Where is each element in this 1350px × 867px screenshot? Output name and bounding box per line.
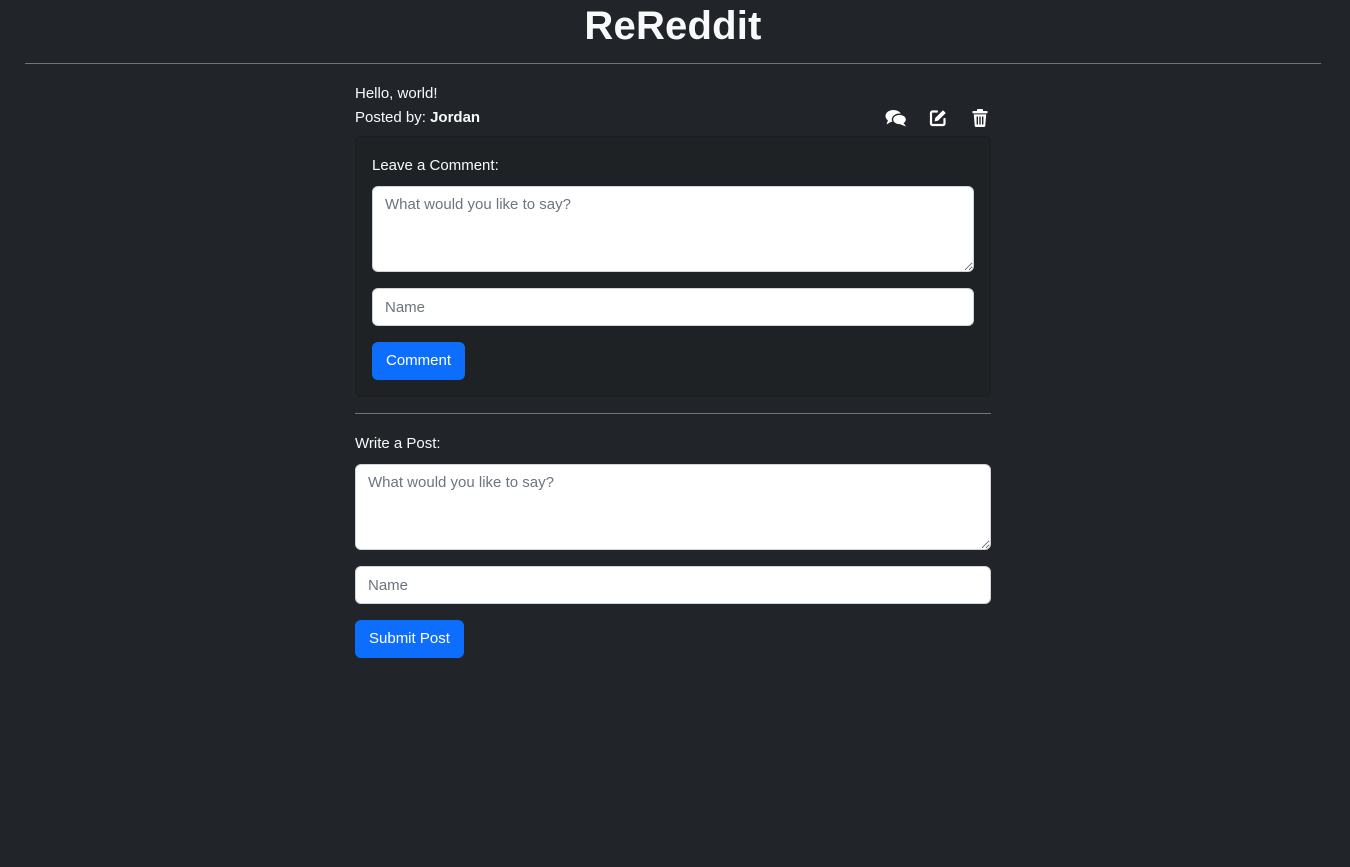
post: Hello, world! Posted by: Jordan Leave a … (355, 64, 991, 397)
comment-name-input[interactable] (372, 288, 974, 326)
comment-form-card: Leave a Comment: Comment (355, 136, 991, 397)
post-text-input[interactable] (355, 464, 991, 550)
site-header: ReReddit (25, 0, 1321, 64)
comments-button[interactable] (885, 107, 907, 129)
post-name-input[interactable] (355, 566, 991, 604)
site-title: ReReddit (584, 4, 762, 48)
post-author: Jordan (430, 109, 481, 126)
comment-text-input[interactable] (372, 186, 974, 272)
post-body: Hello, world! (355, 85, 438, 102)
comments-icon (885, 109, 907, 127)
comment-button[interactable]: Comment (372, 342, 466, 380)
post-form: Write a Post: Submit Post (355, 414, 991, 658)
edit-icon (929, 109, 947, 127)
edit-button[interactable] (927, 107, 949, 129)
delete-button[interactable] (969, 107, 991, 129)
post-actions (865, 106, 991, 130)
submit-post-button[interactable]: Submit Post (355, 620, 464, 658)
post-form-label: Write a Post: (355, 435, 441, 452)
posted-by-label: Posted by: (355, 109, 426, 126)
comment-form-label: Leave a Comment: (372, 157, 499, 174)
trash-icon (972, 109, 988, 127)
main-content: Hello, world! Posted by: Jordan Leave a … (355, 64, 991, 658)
